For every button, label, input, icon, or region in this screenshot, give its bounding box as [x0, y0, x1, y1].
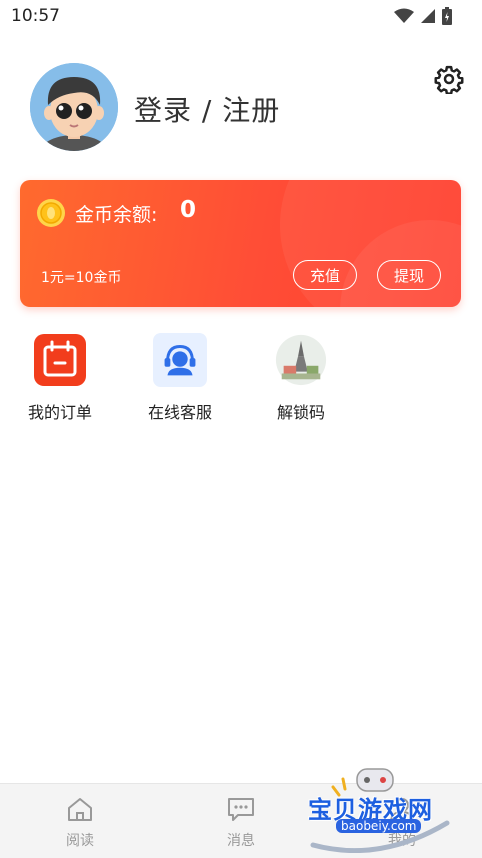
status-icons — [394, 7, 452, 25]
menu-item-orders[interactable]: 我的订单 — [5, 333, 115, 423]
avatar[interactable] — [30, 63, 118, 151]
withdraw-button[interactable]: 提现 — [377, 260, 441, 290]
coin-balance-value: 0 — [180, 197, 197, 223]
menu-item-unlock-code[interactable]: 解锁码 — [246, 333, 356, 423]
status-time: 10:57 — [11, 6, 60, 26]
nav-label-read: 阅读 — [66, 833, 94, 849]
signal-icon — [421, 9, 435, 23]
menu-label-unlock-code: 解锁码 — [276, 403, 325, 422]
menu-label-customer-service: 在线客服 — [147, 403, 212, 422]
menu-item-customer-service[interactable]: 在线客服 — [125, 333, 235, 423]
nav-label-messages: 消息 — [227, 833, 255, 849]
message-icon — [228, 798, 254, 821]
coin-icon — [37, 199, 65, 227]
unlock-code-icon — [275, 334, 327, 386]
gear-icon[interactable] — [434, 64, 464, 94]
recharge-button[interactable]: 充值 — [293, 260, 357, 290]
nav-item-read[interactable]: 阅读 — [40, 796, 120, 850]
watermark-url: baobeiy.com — [336, 819, 422, 833]
wifi-icon — [394, 8, 414, 23]
battery-icon — [442, 7, 452, 25]
customer-service-icon — [153, 333, 207, 387]
exchange-rate-text: 1元=10金币 — [41, 270, 122, 286]
wallet-card: 金币余额: 0 1元=10金币 充值 提现 — [20, 180, 461, 307]
menu-label-orders: 我的订单 — [27, 403, 92, 422]
login-register-link[interactable]: 登录 / 注册 — [134, 89, 280, 129]
coin-balance-label: 金币余额: — [75, 204, 158, 226]
status-bar: 10:57 — [0, 0, 482, 34]
nav-item-messages[interactable]: 消息 — [201, 796, 281, 850]
home-icon — [68, 798, 92, 821]
avatar-cartoon-icon — [30, 63, 118, 151]
order-calendar-icon — [34, 334, 86, 386]
